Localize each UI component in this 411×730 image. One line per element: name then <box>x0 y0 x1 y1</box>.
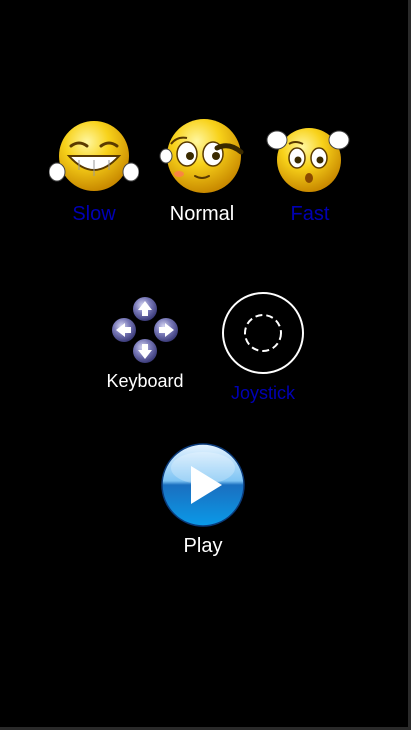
game-menu-screen: Slow Normal Fast Keyboard Joystick Play <box>0 0 411 730</box>
speed-label-fast: Fast <box>290 203 330 225</box>
play-button[interactable]: Play <box>153 442 253 558</box>
play-label: Play <box>183 535 223 557</box>
speed-option-fast[interactable]: Fast <box>263 118 357 226</box>
speed-option-normal[interactable]: Normal <box>155 118 249 226</box>
control-label-keyboard: Keyboard <box>106 371 184 391</box>
arrow-keys-icon <box>112 297 178 363</box>
laughing-face-icon <box>49 121 139 191</box>
control-option-joystick[interactable]: Joystick <box>214 290 312 404</box>
speed-option-slow[interactable]: Slow <box>47 118 141 226</box>
speed-label-slow: Slow <box>72 203 116 225</box>
speed-label-normal: Normal <box>169 203 235 225</box>
control-label-joystick: Joystick <box>230 383 295 403</box>
worried-face-icon <box>266 128 350 192</box>
play-triangle-icon <box>161 443 245 527</box>
control-option-keyboard[interactable]: Keyboard <box>96 296 194 392</box>
joystick-circle-icon <box>222 292 304 374</box>
winking-face-icon <box>159 119 244 193</box>
